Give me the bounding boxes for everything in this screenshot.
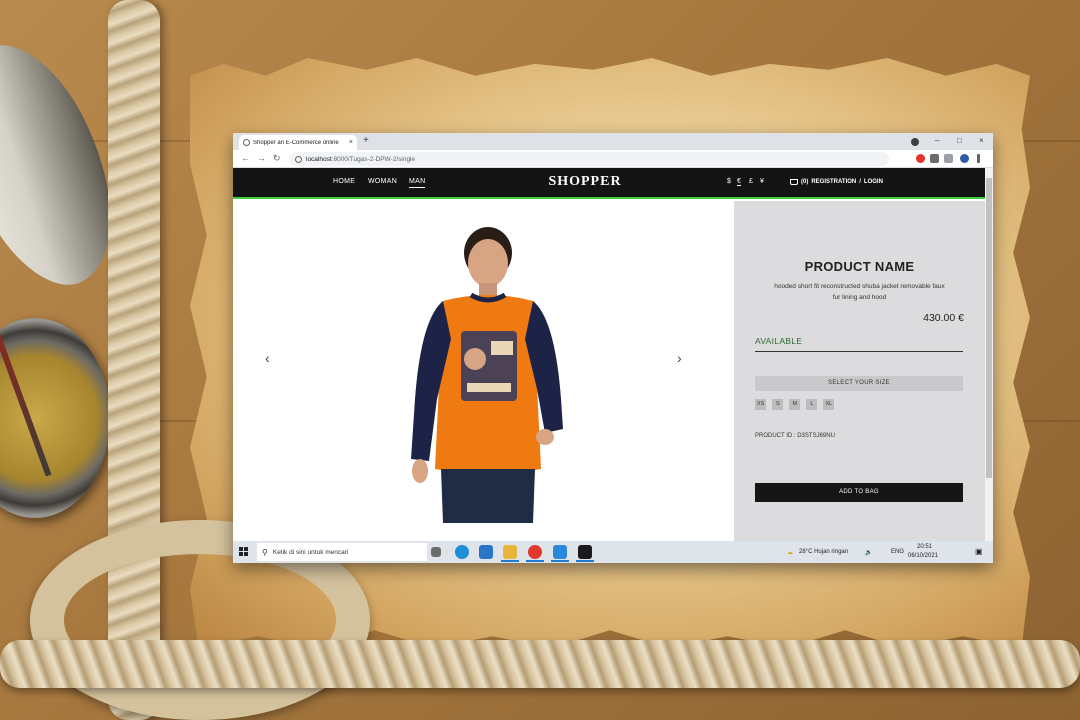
url-host: localhost <box>306 155 332 163</box>
size-m-button[interactable]: M <box>789 399 801 410</box>
windows-start-icon[interactable] <box>239 547 248 556</box>
weather-icon[interactable]: ☁ <box>787 549 793 556</box>
info-icon[interactable] <box>295 155 302 163</box>
new-tab-button[interactable]: + <box>363 135 369 147</box>
add-to-bag-button[interactable]: ADD TO BAG <box>755 483 963 502</box>
product-name: PRODUCT NAME <box>804 259 915 274</box>
search-icon: ⚲ <box>262 547 268 557</box>
product-description: hooded short fit reconstructed shuba jac… <box>774 283 945 301</box>
product-carousel: ‹ › <box>233 201 734 541</box>
file-explorer-icon[interactable] <box>503 545 517 559</box>
globe-icon <box>243 139 250 146</box>
reload-button[interactable]: ↻ <box>273 153 281 164</box>
browser-tab[interactable]: Shopper an E-Commerce online × <box>239 135 357 150</box>
account-links: (0) REGISTRATION / LOGIN <box>790 179 883 185</box>
url-text: localhost:8000/Tugas-2-DPW-2/single <box>306 156 415 163</box>
product-price: 430.00 € <box>923 312 964 324</box>
language-indicator[interactable]: ENG <box>891 549 904 555</box>
browser-toolbar: ← → ↻ localhost:8000/Tugas-2-DPW-2/singl… <box>233 150 993 168</box>
close-tab-icon[interactable]: × <box>349 139 353 146</box>
puzzle-icon[interactable] <box>930 154 939 163</box>
forward-button[interactable]: → <box>257 153 266 164</box>
mail-icon[interactable] <box>479 545 493 559</box>
terminal-active-indicator <box>576 560 594 562</box>
file-explorer-active-indicator <box>501 560 519 562</box>
address-bar[interactable]: localhost:8000/Tugas-2-DPW-2/single <box>289 152 889 166</box>
size-xs-button[interactable]: XS <box>755 399 767 410</box>
minimize-button[interactable]: – <box>935 136 939 146</box>
tab-title: Shopper an E-Commerce online <box>253 139 339 146</box>
currency-dollar[interactable]: $ <box>727 178 731 185</box>
url-path: :8000/Tugas-2-DPW-2/single <box>331 155 416 163</box>
screen: Shopper an E-Commerce online × + – □ × ←… <box>233 133 993 563</box>
product-details-panel: PRODUCT NAME hooded short fit reconstruc… <box>734 201 985 541</box>
browser-tabstrip: Shopper an E-Commerce online × + – □ × <box>233 133 993 150</box>
currency-yen[interactable]: ¥ <box>760 178 764 185</box>
scrollbar-thumb[interactable] <box>986 178 992 478</box>
chrome-icon[interactable] <box>528 545 542 559</box>
taskbar-search-input[interactable]: ⚲ Ketik di sini untuk mencari <box>257 543 427 561</box>
login-link[interactable]: LOGIN <box>864 179 883 185</box>
vscode-active-indicator <box>551 560 569 562</box>
maximize-button[interactable]: □ <box>957 136 962 146</box>
size-xl-button[interactable]: XL <box>823 399 835 410</box>
taskbar-search-placeholder: Ketik di sini untuk mencari <box>272 548 349 556</box>
currency-pound[interactable]: £ <box>749 178 753 185</box>
product-id: PRODUCT ID : D3STSJ69NU <box>755 433 835 439</box>
registration-link[interactable]: REGISTRATION <box>811 179 856 185</box>
vscode-icon[interactable] <box>553 545 567 559</box>
basket-icon[interactable] <box>790 179 798 185</box>
menu-kebab-icon[interactable] <box>977 154 980 163</box>
compass-decoration <box>0 318 110 518</box>
product-image-model <box>411 227 563 523</box>
edge-icon[interactable] <box>455 545 469 559</box>
rope-horizontal <box>0 640 1080 688</box>
windows-taskbar: ⚲ Ketik di sini untuk mencari ☁ 28°C Huj… <box>233 541 993 563</box>
carousel-next-arrow[interactable]: › <box>677 351 682 365</box>
currency-euro[interactable]: € <box>737 178 741 186</box>
back-button[interactable]: ← <box>241 153 250 164</box>
clock-time[interactable]: 20:51 <box>917 544 932 550</box>
clock-date[interactable]: 06/10/2021 <box>908 553 938 559</box>
basket-count[interactable]: (0) <box>801 179 808 185</box>
site-header: HOME WOMAN MAN SHOPPER $ € £ ¥ (0) REGIS… <box>233 168 985 199</box>
chrome-active-indicator <box>526 560 544 562</box>
availability-status: AVAILABLE <box>755 336 963 352</box>
size-l-button[interactable]: L <box>806 399 818 410</box>
volume-icon[interactable]: 🔈 <box>865 549 872 556</box>
reading-list-icon[interactable] <box>944 154 953 163</box>
avatar[interactable] <box>960 154 969 163</box>
notification-icon[interactable]: ▣ <box>975 547 983 556</box>
terminal-icon[interactable] <box>578 545 592 559</box>
size-options: XS S M L XL <box>755 399 835 410</box>
window-close-button[interactable]: × <box>979 136 984 146</box>
carousel-prev-arrow[interactable]: ‹ <box>265 351 270 365</box>
select-size-label: SELECT YOUR SIZE <box>755 376 963 391</box>
profile-circle-icon[interactable] <box>911 138 919 146</box>
weather-text[interactable]: 28°C Hujan ringan <box>799 549 848 555</box>
auth-separator: / <box>859 179 861 185</box>
task-view-icon[interactable] <box>431 547 441 557</box>
extension-icon-red[interactable] <box>916 154 925 163</box>
size-s-button[interactable]: S <box>772 399 784 410</box>
page-scrollbar[interactable] <box>985 168 993 541</box>
